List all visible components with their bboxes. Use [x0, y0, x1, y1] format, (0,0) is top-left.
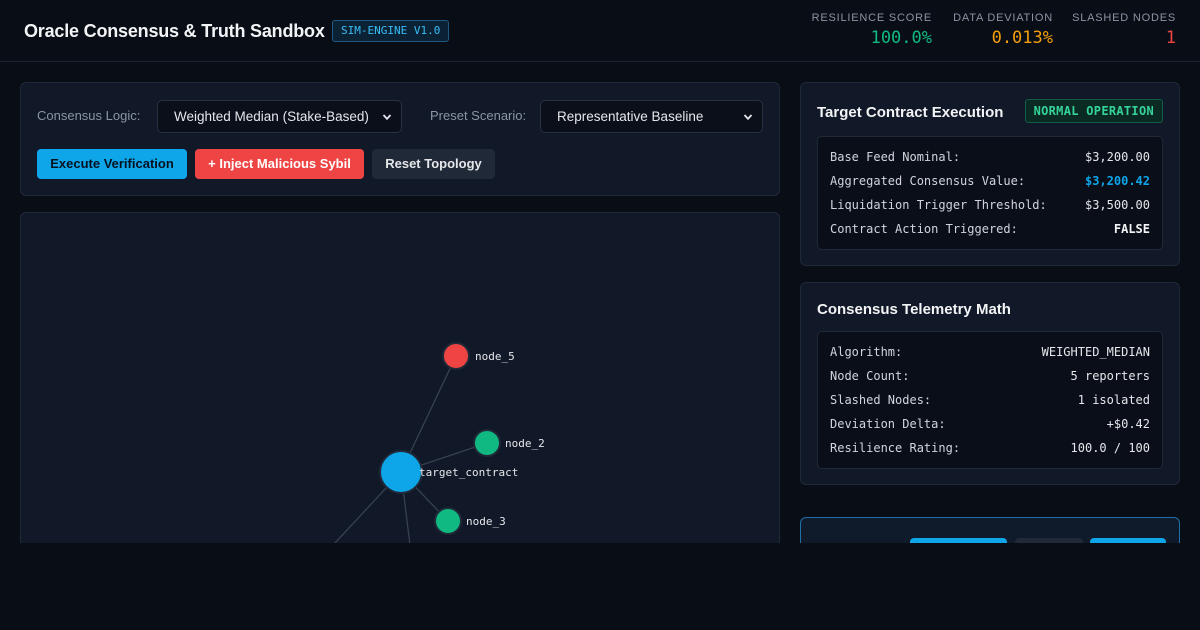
chevron-down-icon: [743, 114, 753, 121]
telemetry-card: Consensus Telemetry Math Algorithm: WEIG…: [800, 282, 1180, 485]
execution-row-value: FALSE: [1113, 222, 1150, 236]
resilience-stat-value: 100.0%: [870, 28, 932, 48]
deviation-stat-value: 0.013%: [991, 28, 1053, 48]
telemetry-row: Resilience Rating: 100.0 / 100: [830, 441, 1150, 457]
execution-values-box: Base Feed Nominal: $3,200.00 Aggregated …: [817, 136, 1163, 250]
execution-row-value: $3,500.00: [1084, 198, 1150, 212]
telemetry-row-value: 1 isolated: [1077, 393, 1150, 407]
execution-row-key: Contract Action Triggered:: [830, 222, 1018, 236]
app-title: Oracle Consensus & Truth Sandbox: [24, 21, 325, 41]
slashed-stat-value: 1: [1165, 28, 1176, 48]
execute-verification-button[interactable]: Execute Verification: [37, 149, 187, 179]
preset-scenario-value: Representative Baseline: [557, 109, 704, 124]
chevron-down-icon: [382, 114, 392, 121]
deviation-stat-label: Data Deviation: [953, 12, 1053, 24]
execution-row: Aggregated Consensus Value: $3,200.42: [830, 174, 1150, 190]
telemetry-row-value: +$0.42: [1106, 417, 1150, 431]
graph-node-target_contract[interactable]: target_contract: [379, 450, 518, 494]
preset-scenario-label: Preset Scenario:: [430, 108, 527, 123]
execution-row-value: $3,200.00: [1084, 150, 1150, 164]
telemetry-row-key: Resilience Rating:: [830, 441, 961, 455]
deviation-stat: Data Deviation 0.013%: [953, 12, 1053, 48]
telemetry-values-box: Algorithm: WEIGHTED_MEDIAN Node Count: 5…: [817, 331, 1163, 469]
app-header: Oracle Consensus & Truth Sandbox SIM-ENG…: [0, 0, 1200, 62]
execution-row-key: Liquidation Trigger Threshold:: [830, 198, 1047, 212]
reset-topology-button[interactable]: Reset Topology: [372, 149, 495, 179]
node-circle: [442, 342, 470, 370]
telemetry-title: Consensus Telemetry Math: [817, 301, 1011, 318]
resilience-stat: Resilience Score 100.0%: [812, 12, 932, 48]
graph-node-node_5[interactable]: node_5: [442, 342, 515, 370]
execution-row-key: Aggregated Consensus Value:: [830, 174, 1026, 188]
contract-execution-card: Target Contract Execution NORMAL OPERATI…: [800, 82, 1180, 266]
inject-sybil-button[interactable]: + Inject Malicious Sybil: [195, 149, 364, 179]
execution-row-key: Base Feed Nominal:: [830, 150, 961, 164]
execution-row: Contract Action Triggered: FALSE: [830, 222, 1150, 238]
graph-node-node_2[interactable]: node_2: [473, 429, 545, 457]
consensus-logic-label: Consensus Logic:: [37, 108, 141, 123]
resilience-stat-label: Resilience Score: [811, 12, 932, 24]
execution-row-value: $3,200.42: [1084, 174, 1150, 188]
telemetry-row-key: Node Count:: [830, 369, 910, 383]
node-label: node_5: [475, 350, 515, 363]
node-circle: [473, 429, 501, 457]
node-label: node_3: [466, 515, 506, 528]
telemetry-row-key: Slashed Nodes:: [830, 393, 932, 407]
telemetry-row-value: WEIGHTED_MEDIAN: [1041, 345, 1150, 359]
graph-node-node_3[interactable]: node_3: [434, 507, 506, 535]
contract-execution-title: Target Contract Execution: [817, 104, 1004, 121]
execution-row: Liquidation Trigger Threshold: $3,500.00: [830, 198, 1150, 214]
telemetry-row-key: Deviation Delta:: [830, 417, 946, 431]
telemetry-row-key: Algorithm:: [830, 345, 903, 359]
node-circle: [434, 507, 462, 535]
node-label: node_2: [505, 437, 545, 450]
consensus-logic-select[interactable]: Weighted Median (Stake-Based): [157, 100, 402, 133]
viewport-bottom: [0, 543, 1200, 630]
consensus-logic-value: Weighted Median (Stake-Based): [174, 109, 369, 124]
version-badge: SIM-ENGINE V1.0: [332, 20, 450, 42]
node-label: target_contract: [419, 466, 518, 479]
node-circle: [379, 450, 423, 494]
slashed-stat: Slashed Nodes 1: [1072, 12, 1176, 48]
preset-scenario-select[interactable]: Representative Baseline: [540, 100, 763, 133]
telemetry-row-value: 100.0 / 100: [1070, 441, 1150, 455]
telemetry-row: Node Count: 5 reporters: [830, 369, 1150, 385]
telemetry-row: Slashed Nodes: 1 isolated: [830, 393, 1150, 409]
telemetry-row: Deviation Delta: +$0.42: [830, 417, 1150, 433]
controls-panel: Consensus Logic: Weighted Median (Stake-…: [20, 82, 780, 196]
telemetry-row: Algorithm: WEIGHTED_MEDIAN: [830, 345, 1150, 361]
status-badge: NORMAL OPERATION: [1024, 99, 1163, 123]
execution-row: Base Feed Nominal: $3,200.00: [830, 150, 1150, 166]
slashed-stat-label: Slashed Nodes: [1072, 12, 1176, 24]
telemetry-row-value: 5 reporters: [1070, 369, 1150, 383]
